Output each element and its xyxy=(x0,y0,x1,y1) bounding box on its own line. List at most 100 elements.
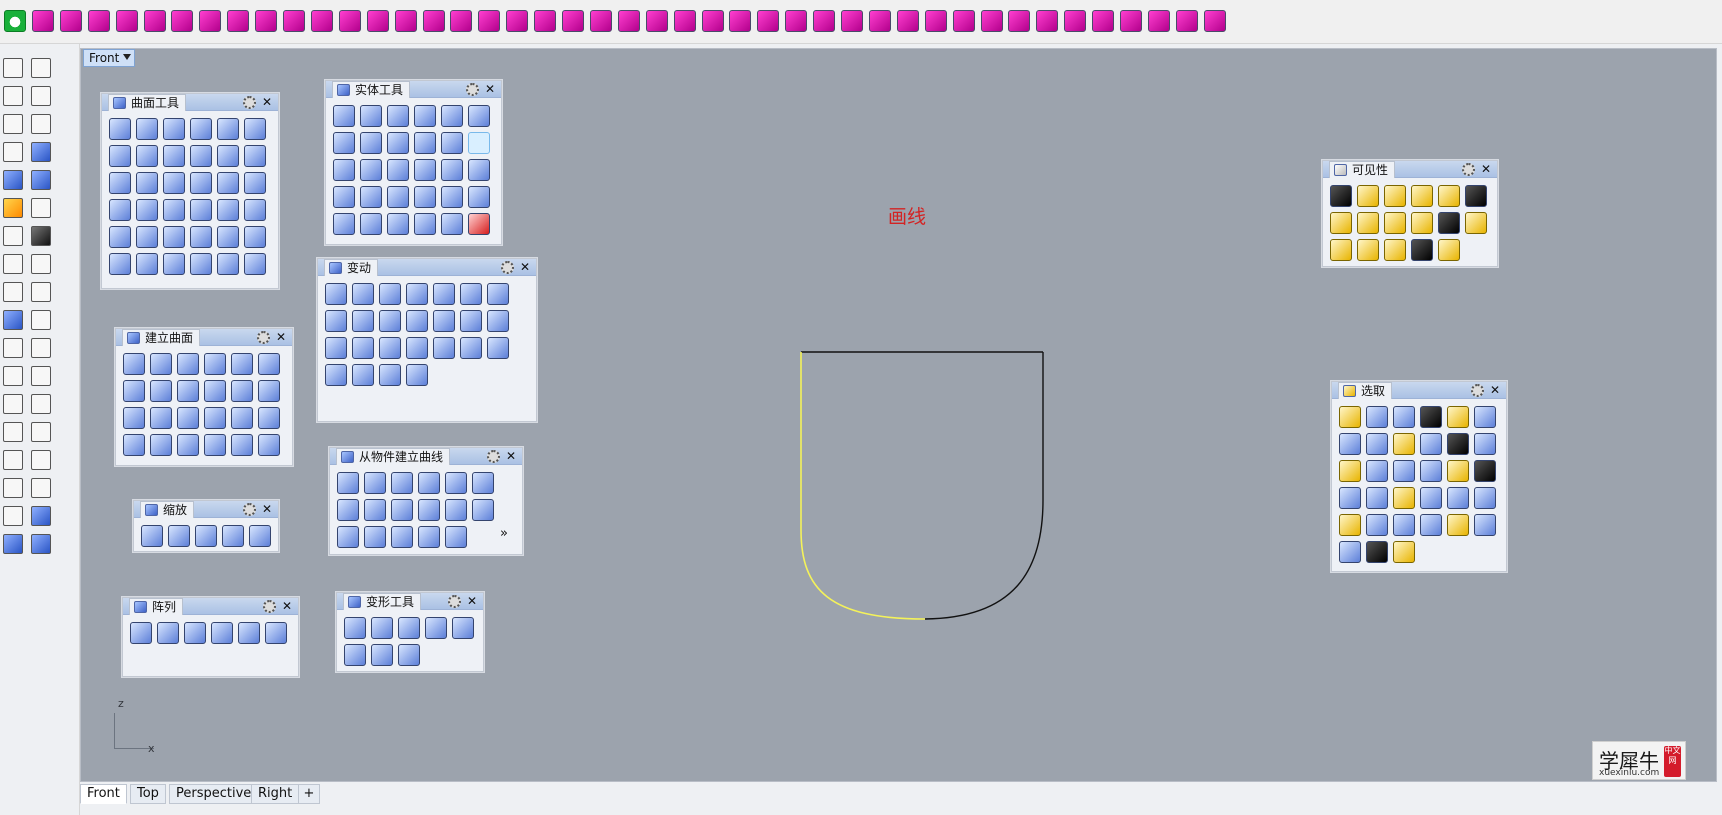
panel-tool-icon[interactable] xyxy=(136,172,158,194)
left-tool-icon[interactable] xyxy=(3,310,23,330)
panel-tool-icon[interactable] xyxy=(1420,487,1442,509)
panel-tool-icon[interactable] xyxy=(433,337,455,359)
panel-tool-icon[interactable] xyxy=(387,186,409,208)
panel-tool-icon[interactable] xyxy=(163,118,185,140)
panel-tool-icon[interactable] xyxy=(1393,460,1415,482)
panel-tab[interactable]: 变动 xyxy=(324,259,379,276)
toolbar-tool-icon[interactable] xyxy=(729,10,752,32)
panel-tool-icon[interactable] xyxy=(418,499,440,521)
panel-tool-icon[interactable] xyxy=(1474,406,1496,428)
left-tool-icon[interactable] xyxy=(3,254,23,274)
panel-tool-icon[interactable] xyxy=(1447,433,1469,455)
panel-tool-icon[interactable] xyxy=(130,622,152,644)
panel-tool-icon[interactable] xyxy=(190,145,212,167)
panel-tool-icon[interactable] xyxy=(141,525,163,547)
panel-header[interactable]: 阵列 ✕ xyxy=(123,598,298,615)
panel-tool-icon[interactable] xyxy=(163,253,185,275)
panel-tool-icon[interactable] xyxy=(190,253,212,275)
panel-tool-icon[interactable] xyxy=(414,213,436,235)
close-icon[interactable]: ✕ xyxy=(276,329,286,345)
panel-tool-icon[interactable] xyxy=(190,172,212,194)
left-tool-icon[interactable] xyxy=(31,338,51,358)
panel-tool-icon[interactable] xyxy=(1393,433,1415,455)
toolbar-tool-icon[interactable] xyxy=(757,10,780,32)
left-tool-icon[interactable] xyxy=(3,170,23,190)
panel-tool-icon[interactable] xyxy=(360,213,382,235)
panel-tool-icon[interactable] xyxy=(441,186,463,208)
panel-header[interactable]: 缩放 ✕ xyxy=(134,501,278,518)
panel-tab[interactable]: 曲面工具 xyxy=(108,94,187,111)
panel-tool-icon[interactable] xyxy=(265,622,287,644)
left-tool-icon[interactable] xyxy=(31,534,51,554)
panel-tool-icon[interactable] xyxy=(364,526,386,548)
panel-tool-icon[interactable] xyxy=(398,644,420,666)
left-tool-icon[interactable] xyxy=(3,478,23,498)
panel-tool-icon[interactable] xyxy=(204,407,226,429)
toolbar-tool-icon[interactable] xyxy=(1036,10,1059,32)
panel-tool-icon[interactable] xyxy=(1330,239,1352,261)
toolbar-tool-icon[interactable] xyxy=(1092,10,1115,32)
panel-tool-icon[interactable] xyxy=(217,199,239,221)
toolbar-tool-icon[interactable] xyxy=(645,10,668,32)
panel-tool-icon[interactable] xyxy=(333,159,355,181)
left-tool-icon[interactable] xyxy=(31,394,51,414)
toolbar-tool-icon[interactable] xyxy=(562,10,584,32)
left-tool-icon[interactable] xyxy=(3,338,23,358)
left-tool-icon[interactable] xyxy=(3,394,23,414)
panel-tool-icon[interactable] xyxy=(163,199,185,221)
panel-tool-icon[interactable] xyxy=(333,186,355,208)
panel-tool-icon[interactable] xyxy=(217,118,239,140)
panel-tool-icon[interactable] xyxy=(425,617,447,639)
panel-tool-icon[interactable] xyxy=(150,380,172,402)
tab-top[interactable]: Top xyxy=(130,784,166,804)
left-tool-icon[interactable] xyxy=(3,506,23,526)
panel-tool-icon[interactable] xyxy=(1447,460,1469,482)
gear-icon[interactable] xyxy=(243,96,256,109)
left-tool-icon[interactable] xyxy=(31,114,51,134)
panel-tool-icon[interactable] xyxy=(352,310,374,332)
panel-tool-icon[interactable] xyxy=(468,105,490,127)
panel-tool-icon[interactable] xyxy=(1447,514,1469,536)
panel-tool-icon[interactable] xyxy=(445,499,467,521)
panel-tool-icon[interactable] xyxy=(352,337,374,359)
panel-tool-icon[interactable] xyxy=(414,159,436,181)
panel-tool-icon[interactable] xyxy=(1339,514,1361,536)
panel-tool-icon[interactable] xyxy=(371,617,393,639)
panel-tool-icon[interactable] xyxy=(258,380,280,402)
panel-tool-icon[interactable] xyxy=(1393,541,1415,563)
panel-tool-icon[interactable] xyxy=(244,199,266,221)
close-icon[interactable]: ✕ xyxy=(262,501,272,517)
toolbar-tool-icon[interactable] xyxy=(952,10,975,32)
panel-tool-icon[interactable] xyxy=(190,118,212,140)
panel-tool-icon[interactable] xyxy=(487,337,509,359)
panel-tool-icon[interactable] xyxy=(414,132,436,154)
panel-tool-icon[interactable] xyxy=(371,644,393,666)
panel-tool-icon[interactable] xyxy=(231,380,253,402)
panel-tool-icon[interactable] xyxy=(150,407,172,429)
panel-tool-icon[interactable] xyxy=(249,525,271,547)
panel-tool-icon[interactable] xyxy=(344,617,366,639)
panel-tool-icon[interactable] xyxy=(1465,185,1487,207)
toolbar-tool-icon[interactable] xyxy=(1175,10,1198,32)
panel-tool-icon[interactable] xyxy=(1420,514,1442,536)
toolbar-tool-icon[interactable] xyxy=(199,10,222,32)
panel-tool-icon[interactable] xyxy=(414,105,436,127)
panel-tool-icon[interactable] xyxy=(337,472,359,494)
panel-tool-icon[interactable] xyxy=(1447,487,1469,509)
panel-tool-icon[interactable] xyxy=(123,353,145,375)
panel-header[interactable]: 实体工具 ✕ xyxy=(326,81,501,98)
toolbar-tool-icon[interactable] xyxy=(868,10,891,32)
panel-tool-icon[interactable] xyxy=(1474,433,1496,455)
panel-tool-icon[interactable] xyxy=(1465,212,1487,234)
panel-tool-icon[interactable] xyxy=(418,472,440,494)
left-tool-icon[interactable] xyxy=(31,506,51,526)
panel-tool-icon[interactable] xyxy=(258,353,280,375)
panel-tool-icon[interactable] xyxy=(1330,212,1352,234)
left-tool-icon[interactable] xyxy=(31,282,51,302)
panel-tool-icon[interactable] xyxy=(406,364,428,386)
panel-tool-icon[interactable] xyxy=(1339,433,1361,455)
panel-tool-icon[interactable] xyxy=(344,644,366,666)
toolbar-tool-icon[interactable] xyxy=(1203,10,1226,32)
panel-header[interactable]: 可见性 ✕ xyxy=(1323,161,1497,178)
gear-icon[interactable] xyxy=(487,450,500,463)
